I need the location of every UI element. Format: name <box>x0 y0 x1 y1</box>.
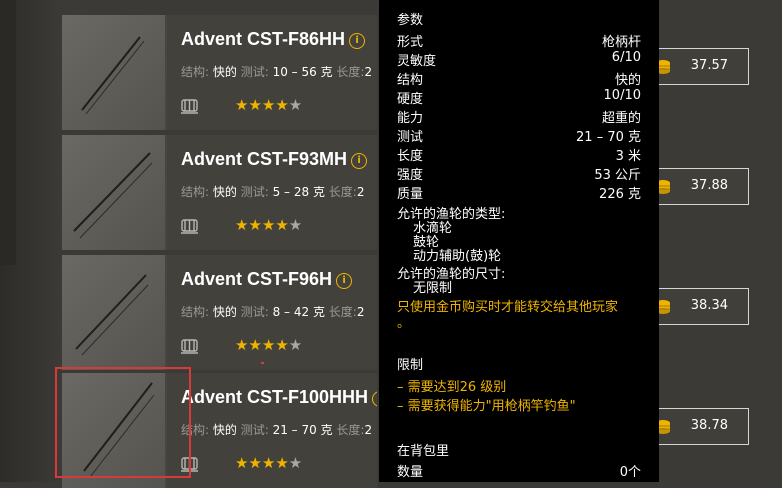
item-thumbnail[interactable] <box>62 15 165 130</box>
item-specs: 结构: 快的 测试: 5 – 28 克 长度:2 <box>181 185 365 199</box>
price-value: 37.57 <box>690 58 728 73</box>
info-icon[interactable]: i <box>336 273 353 289</box>
tooltip-qty-row: 数量 0个 <box>397 465 641 480</box>
tooltip-restriction: – 需要获得能力"用枪柄竿钓鱼" <box>397 399 576 414</box>
tooltip-row: 结构 快的 <box>397 73 641 88</box>
tooltip-gold-note: 只使用金币购买时才能转交给其他玩家 <box>397 300 619 315</box>
reel-icon <box>181 99 198 114</box>
buy-gold-button[interactable]: 37.88 <box>645 168 749 205</box>
rating-stars: ★★★★★ <box>235 96 303 114</box>
tooltip-row: 能力 超重的 <box>397 111 641 126</box>
tooltip-backpack-title: 在背包里 <box>397 444 450 459</box>
item-name: Advent CST-F86HH i <box>181 29 366 50</box>
background-panel-inner <box>0 0 16 265</box>
rating-stars: ★★★★★ <box>235 454 303 472</box>
item-name: Advent CST-F100HHHi <box>181 387 377 408</box>
tooltip-row: 灵敏度 6/10 <box>397 50 641 69</box>
buy-gold-button[interactable]: 38.78 <box>645 408 749 445</box>
price-value: 38.78 <box>690 418 728 433</box>
item-info: Advent CST-F93MH i 结构: 快的 测试: 5 – 28 克 长度… <box>167 135 377 250</box>
price-value: 37.88 <box>690 178 728 193</box>
item-card-1[interactable]: Advent CST-F86HH i 结构: 快的 测试: 10 – 56 克 长… <box>62 15 377 130</box>
tooltip-row: 形式 枪柄杆 <box>397 35 641 50</box>
tooltip-gold-note-end: 。 <box>397 316 411 331</box>
rod-image <box>81 36 145 115</box>
item-name: Advent CST-F96H i <box>181 269 353 290</box>
reel-icon <box>181 219 198 234</box>
buy-gold-button[interactable]: 38.34 <box>645 288 749 325</box>
item-card-2[interactable]: Advent CST-F93MH i 结构: 快的 测试: 5 – 28 克 长度… <box>62 135 377 250</box>
price-value: 38.34 <box>690 298 728 313</box>
rating-stars: ★★★★★ <box>235 336 303 354</box>
tooltip-row: 长度 3 米 <box>397 149 641 164</box>
rod-image <box>73 152 153 239</box>
item-tooltip: 参数 形式 枪柄杆 灵敏度 6/10 结构 快的 硬度 10/10 能力 超重的 测试 21… <box>379 0 659 482</box>
item-info: Advent CST-F96H i 结构: 快的 测试: 8 – 42 克 长度:… <box>167 255 377 370</box>
tooltip-reel-type: 动力辅助(鼓)轮 <box>413 249 502 264</box>
selection-marker <box>261 362 264 364</box>
tooltip-row: 测试 21 – 70 克 <box>397 130 641 145</box>
selection-highlight <box>55 367 191 478</box>
tooltip-reel-size: 无限制 <box>413 281 453 296</box>
item-card-3[interactable]: Advent CST-F96H i 结构: 快的 测试: 8 – 42 克 长度:… <box>62 255 377 370</box>
tooltip-row: 质量 226 克 <box>397 187 641 202</box>
info-icon[interactable]: i <box>349 33 366 49</box>
tooltip-restriction: – 需要达到26 级别 <box>397 380 507 395</box>
item-specs: 结构: 快的 测试: 8 – 42 克 长度:2 <box>181 305 365 319</box>
item-thumbnail[interactable] <box>62 135 165 250</box>
rod-image <box>75 274 149 356</box>
buy-gold-button[interactable]: 37.57 <box>645 48 749 85</box>
tooltip-restrictions-title: 限制 <box>397 358 424 373</box>
item-specs: 结构: 快的 测试: 10 – 56 克 长度:2 <box>181 65 373 79</box>
item-specs: 结构: 快的 测试: 21 – 70 克 长度:2 <box>181 423 373 437</box>
info-icon[interactable]: i <box>351 153 368 169</box>
info-icon[interactable]: i <box>372 391 377 407</box>
item-info: Advent CST-F86HH i 结构: 快的 测试: 10 – 56 克 长… <box>167 15 377 130</box>
item-name: Advent CST-F93MH i <box>181 149 368 170</box>
reel-icon <box>181 339 198 354</box>
rating-stars: ★★★★★ <box>235 216 303 234</box>
tooltip-row: 强度 53 公斤 <box>397 168 641 183</box>
tooltip-row: 硬度 10/10 <box>397 88 641 107</box>
tooltip-params-title: 参数 <box>397 13 424 28</box>
item-info: Advent CST-F100HHHi 结构: 快的 测试: 21 – 70 克… <box>167 373 377 488</box>
item-thumbnail[interactable] <box>62 255 165 370</box>
